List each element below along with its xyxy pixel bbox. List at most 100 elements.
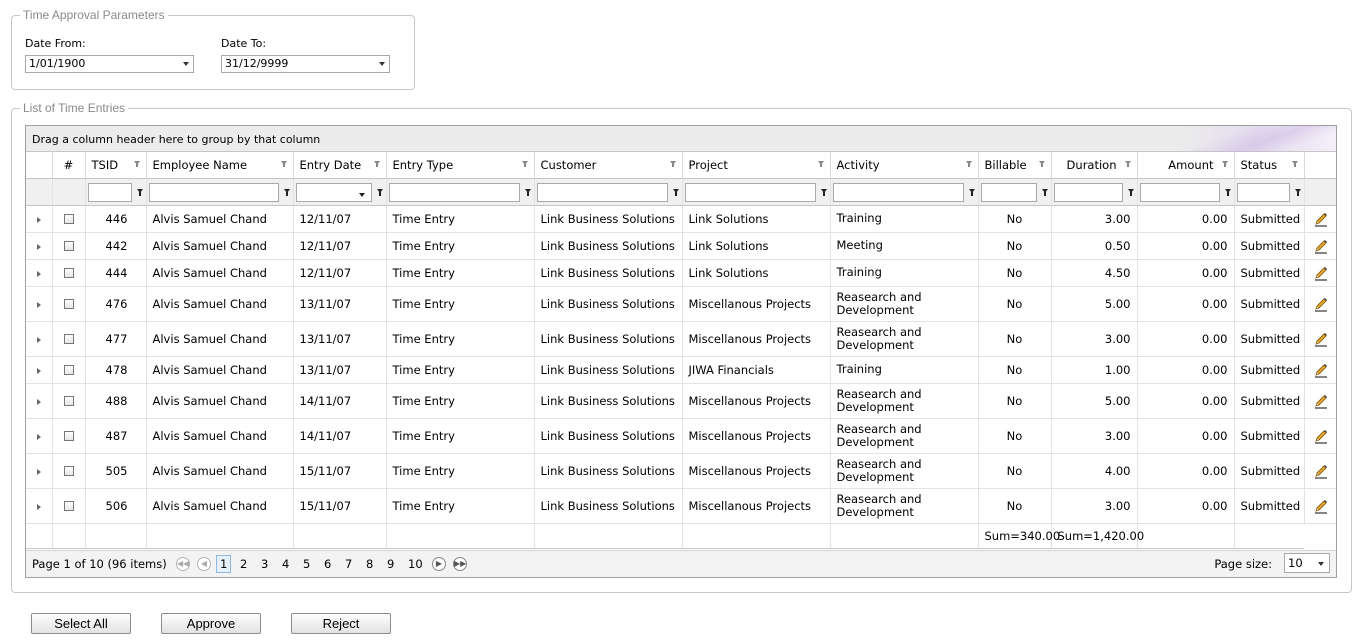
pencil-edit-icon[interactable] <box>1313 463 1329 479</box>
expand-arrow-icon[interactable] <box>36 243 41 250</box>
row-checkbox[interactable] <box>63 299 74 309</box>
column-header-duration[interactable]: Duration <box>1051 152 1138 179</box>
expand-arrow-icon[interactable] <box>36 398 41 405</box>
edit-cell[interactable] <box>1304 488 1336 524</box>
expand-arrow-icon[interactable] <box>36 503 41 510</box>
select-cell[interactable] <box>52 321 86 357</box>
page-number-link[interactable]: 2 <box>237 556 250 572</box>
select-cell[interactable] <box>52 205 86 233</box>
edit-cell[interactable] <box>1304 356 1336 384</box>
page-number-link[interactable]: 6 <box>321 556 334 572</box>
select-cell[interactable] <box>52 232 86 260</box>
entry-type-filter-input[interactable] <box>388 182 520 202</box>
table-row[interactable]: 505 Alvis Samuel Chand 15/11/07 Time Entry L… <box>26 453 1336 489</box>
column-header-select[interactable]: # <box>52 152 86 179</box>
filter-funnel-icon[interactable] <box>373 161 380 167</box>
page-number-link[interactable]: 1 <box>216 555 232 573</box>
column-header-customer[interactable]: Customer <box>534 152 683 179</box>
select-all-button[interactable]: Select All <box>31 613 131 634</box>
select-cell[interactable] <box>52 488 86 524</box>
page-size-select[interactable]: 10 <box>1284 553 1330 573</box>
pencil-edit-icon[interactable] <box>1313 211 1329 227</box>
column-header-entry-type[interactable]: Entry Type <box>386 152 535 179</box>
table-row[interactable]: 476 Alvis Samuel Chand 13/11/07 Time Entry L… <box>26 286 1336 322</box>
expand-arrow-icon[interactable] <box>36 216 41 223</box>
filter-funnel-icon[interactable] <box>136 188 143 196</box>
pencil-edit-icon[interactable] <box>1313 393 1329 409</box>
page-number-link[interactable]: 8 <box>363 556 376 572</box>
chevron-down-icon[interactable] <box>358 192 365 197</box>
edit-cell[interactable] <box>1304 232 1336 260</box>
expand-cell[interactable] <box>26 418 53 454</box>
chevron-down-icon[interactable] <box>379 62 385 66</box>
expand-arrow-icon[interactable] <box>36 301 41 308</box>
column-header-status[interactable]: Status <box>1234 152 1305 179</box>
expand-cell[interactable] <box>26 259 53 287</box>
table-row[interactable]: 446 Alvis Samuel Chand 12/11/07 Time Entry L… <box>26 205 1336 233</box>
page-number-link[interactable]: 10 <box>405 556 426 572</box>
page-number-link[interactable]: 5 <box>300 556 313 572</box>
expand-cell[interactable] <box>26 356 53 384</box>
edit-cell[interactable] <box>1304 453 1336 489</box>
column-header-employee-name[interactable]: Employee Name <box>146 152 294 179</box>
filter-funnel-icon[interactable] <box>1038 161 1045 167</box>
filter-funnel-icon[interactable] <box>283 188 290 196</box>
expand-arrow-icon[interactable] <box>36 433 41 440</box>
row-checkbox[interactable] <box>63 431 74 441</box>
filter-funnel-icon[interactable] <box>1124 161 1131 167</box>
table-row[interactable]: 442 Alvis Samuel Chand 12/11/07 Time Entry L… <box>26 232 1336 260</box>
expand-cell[interactable] <box>26 205 53 233</box>
customer-filter-input[interactable] <box>536 182 668 202</box>
previous-page-icon[interactable]: ◀ <box>197 557 211 571</box>
column-header-tsid[interactable]: TSID <box>85 152 147 179</box>
pencil-edit-icon[interactable] <box>1313 331 1329 347</box>
table-row[interactable]: 444 Alvis Samuel Chand 12/11/07 Time Entry L… <box>26 259 1336 287</box>
next-page-icon[interactable]: ▶ <box>432 557 446 571</box>
column-header-project[interactable]: Project <box>682 152 831 179</box>
pencil-edit-icon[interactable] <box>1313 296 1329 312</box>
select-cell[interactable] <box>52 453 86 489</box>
pencil-edit-icon[interactable] <box>1313 428 1329 444</box>
date-to-picker[interactable]: 31/12/9999 <box>221 55 390 73</box>
row-checkbox[interactable] <box>63 501 74 511</box>
chevron-down-icon[interactable] <box>183 62 189 66</box>
employee-filter-input[interactable] <box>148 182 279 202</box>
filter-funnel-icon[interactable] <box>1291 161 1298 167</box>
expand-cell[interactable] <box>26 453 53 489</box>
row-checkbox[interactable] <box>63 214 74 224</box>
approve-button[interactable]: Approve <box>161 613 261 634</box>
select-cell[interactable] <box>52 356 86 384</box>
row-checkbox[interactable] <box>63 334 74 344</box>
table-row[interactable]: 487 Alvis Samuel Chand 14/11/07 Time Entry L… <box>26 418 1336 454</box>
amount-filter-input[interactable] <box>1139 182 1220 202</box>
filter-funnel-icon[interactable] <box>524 188 531 196</box>
billable-filter-input[interactable] <box>980 182 1037 202</box>
chevron-down-icon[interactable] <box>1318 562 1324 566</box>
page-number-link[interactable]: 3 <box>258 556 271 572</box>
row-checkbox[interactable] <box>63 241 74 251</box>
filter-funnel-icon[interactable] <box>968 188 975 196</box>
row-checkbox[interactable] <box>63 365 74 375</box>
table-row[interactable]: 506 Alvis Samuel Chand 15/11/07 Time Entry L… <box>26 488 1336 524</box>
tsid-filter-input[interactable] <box>87 182 132 202</box>
expand-cell[interactable] <box>26 321 53 357</box>
filter-funnel-icon[interactable] <box>669 161 676 167</box>
group-by-panel[interactable]: Drag a column header here to group by th… <box>26 126 1336 152</box>
row-checkbox[interactable] <box>63 268 74 278</box>
filter-funnel-icon[interactable] <box>817 161 824 167</box>
column-header-billable[interactable]: Billable <box>978 152 1052 179</box>
select-cell[interactable] <box>52 259 86 287</box>
project-filter-input[interactable] <box>684 182 816 202</box>
table-row[interactable]: 477 Alvis Samuel Chand 13/11/07 Time Entry L… <box>26 321 1336 357</box>
column-header-entry-date[interactable]: Entry Date <box>293 152 387 179</box>
pencil-edit-icon[interactable] <box>1313 362 1329 378</box>
column-header-amount[interactable]: Amount <box>1137 152 1235 179</box>
expand-arrow-icon[interactable] <box>36 367 41 374</box>
expand-cell[interactable] <box>26 488 53 524</box>
reject-button[interactable]: Reject <box>291 613 391 634</box>
filter-funnel-icon[interactable] <box>820 188 827 196</box>
select-cell[interactable] <box>52 286 86 322</box>
pencil-edit-icon[interactable] <box>1313 498 1329 514</box>
entry-date-filter-picker[interactable] <box>295 182 372 202</box>
table-row[interactable]: 488 Alvis Samuel Chand 14/11/07 Time Entry L… <box>26 383 1336 419</box>
